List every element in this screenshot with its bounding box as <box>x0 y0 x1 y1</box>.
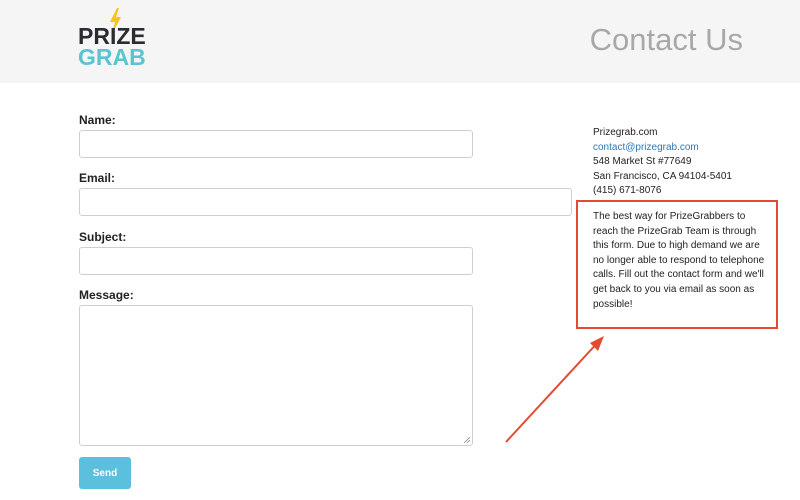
address-line-1: 548 Market St #77649 <box>593 156 692 167</box>
subject-label: Subject: <box>79 230 127 244</box>
page-title: Contact Us <box>589 22 743 57</box>
name-label: Name: <box>79 113 116 127</box>
email-label: Email: <box>79 171 116 185</box>
email-input[interactable] <box>79 188 572 216</box>
name-input[interactable] <box>79 130 473 158</box>
company-name: Prizegrab.com <box>593 127 658 138</box>
page-header: PRIZE GRAB Contact Us <box>0 0 800 83</box>
contact-email-link[interactable]: contact@prizegrab.com <box>593 141 732 156</box>
message-textarea[interactable] <box>79 305 473 446</box>
resize-grip-icon[interactable] <box>463 436 470 443</box>
send-button[interactable]: Send <box>79 457 131 489</box>
message-label: Message: <box>79 288 134 302</box>
prizegrab-logo[interactable]: PRIZE GRAB <box>78 8 158 70</box>
notice-highlight-box: The best way for PrizeGrabbers to reach … <box>576 200 778 329</box>
annotation-arrow-icon <box>505 336 604 443</box>
subject-input[interactable] <box>79 247 473 275</box>
logo-text-grab: GRAB <box>78 44 146 70</box>
notice-text: The best way for PrizeGrabbers to reach … <box>593 211 765 310</box>
address-line-2: San Francisco, CA 94104-5401 <box>593 170 732 182</box>
contact-info: Prizegrab.com contact@prizegrab.com 548 … <box>593 126 732 199</box>
phone-number: (415) 671-8076 <box>593 185 662 196</box>
